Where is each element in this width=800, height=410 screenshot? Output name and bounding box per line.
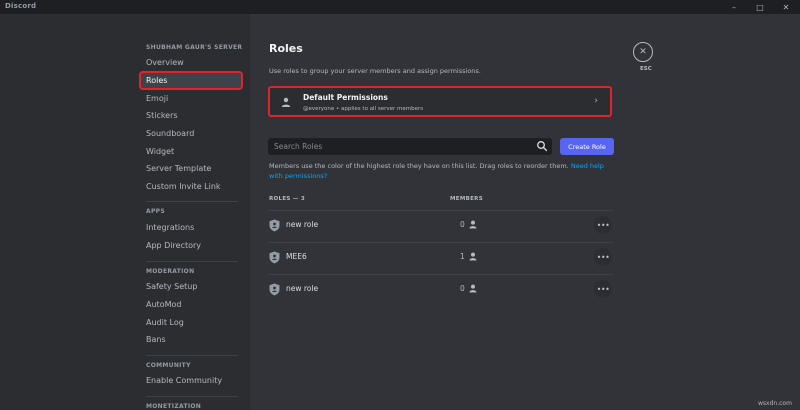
roles-description: Use roles to group your server members a…	[269, 67, 481, 75]
role-name: new role	[286, 284, 319, 293]
everyone-icon	[281, 97, 291, 107]
member-count: 0	[460, 284, 465, 293]
community-section-header: COMMUNITY	[146, 362, 191, 369]
shield-icon	[269, 219, 280, 232]
minimize-icon[interactable]: –	[722, 0, 746, 14]
members-column-header: MEMBERS	[450, 196, 483, 202]
search-placeholder: Search Roles	[274, 142, 323, 151]
sidebar-divider	[146, 201, 238, 202]
more-options-icon[interactable]: •••	[594, 216, 612, 234]
shield-icon	[269, 283, 280, 296]
role-name: new role	[286, 220, 319, 229]
member-count: 0	[460, 220, 465, 229]
sidebar-item-enable-community[interactable]: Enable Community	[140, 372, 242, 389]
monetization-section-header: MONETIZATION	[146, 403, 202, 410]
roles-info-body: Members use the color of the highest rol…	[269, 162, 569, 170]
watermark: wsxdn.com	[758, 400, 792, 407]
default-permissions-title: Default Permissions	[303, 93, 388, 102]
sidebar-item-integrations[interactable]: Integrations	[140, 219, 242, 236]
sidebar-item-stickers[interactable]: Stickers	[140, 107, 242, 124]
default-permissions-subtitle: @everyone • applies to all server member…	[303, 106, 424, 112]
sidebar-item-emoji[interactable]: Emoji	[140, 90, 242, 107]
app-title: Discord	[5, 2, 37, 10]
esc-label: ESC	[640, 66, 652, 72]
sidebar-item-widget[interactable]: Widget	[140, 143, 242, 160]
row-divider	[268, 210, 614, 211]
sidebar-item-roles[interactable]: Roles	[139, 71, 243, 90]
sidebar-item-bans[interactable]: Bans	[140, 331, 242, 348]
role-name: MEE6	[286, 252, 307, 261]
sidebar-item-automod[interactable]: AutoMod	[140, 296, 242, 313]
sidebar-item-overview[interactable]: Overview	[140, 54, 242, 71]
member-icon	[469, 220, 477, 229]
row-divider	[268, 242, 614, 243]
sidebar-item-audit-log[interactable]: Audit Log	[140, 314, 242, 331]
sidebar-divider	[146, 261, 238, 262]
create-role-button[interactable]: Create Role	[560, 138, 614, 155]
more-options-icon[interactable]: •••	[594, 248, 612, 266]
row-divider	[268, 274, 614, 275]
default-permissions-card[interactable]: Default Permissions @everyone • applies …	[268, 86, 612, 117]
close-icon[interactable]: ✕	[633, 42, 653, 62]
member-icon	[469, 284, 477, 293]
page-title: Roles	[269, 42, 303, 55]
sidebar-item-app-directory[interactable]: App Directory	[140, 237, 242, 254]
member-icon	[469, 252, 477, 261]
maximize-icon[interactable]: □	[748, 0, 772, 14]
shield-icon	[269, 251, 280, 264]
sidebar-divider	[146, 396, 238, 397]
sidebar-divider	[146, 355, 238, 356]
search-roles-input[interactable]: Search Roles	[268, 138, 552, 155]
member-count: 1	[460, 252, 465, 261]
server-section-header: SHUBHAM GAUR'S SERVER	[146, 44, 243, 51]
sidebar-item-custom-invite-link[interactable]: Custom Invite Link	[140, 178, 242, 195]
more-options-icon[interactable]: •••	[594, 280, 612, 298]
roles-info-text: Members use the color of the highest rol…	[269, 161, 614, 181]
close-icon[interactable]: ✕	[774, 0, 798, 14]
sidebar-item-server-template[interactable]: Server Template	[140, 160, 242, 177]
roles-column-header: ROLES — 3	[269, 196, 305, 202]
chevron-right-icon: ›	[594, 96, 598, 106]
role-row[interactable]: new role 0 •••	[268, 210, 614, 241]
moderation-section-header: MODERATION	[146, 268, 195, 275]
role-row[interactable]: MEE6 1 •••	[268, 242, 614, 273]
role-row[interactable]: new role 0 •••	[268, 274, 614, 305]
sidebar-item-soundboard[interactable]: Soundboard	[140, 125, 242, 142]
apps-section-header: APPS	[146, 208, 165, 215]
search-icon	[537, 141, 548, 152]
sidebar-item-safety-setup[interactable]: Safety Setup	[140, 278, 242, 295]
window-titlebar: Discord – □ ✕	[0, 0, 800, 14]
close-settings-button[interactable]: ✕ ESC	[633, 42, 655, 72]
